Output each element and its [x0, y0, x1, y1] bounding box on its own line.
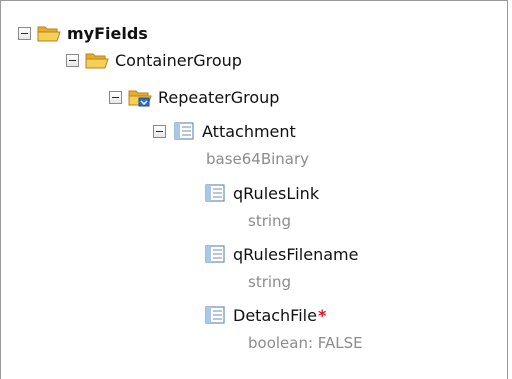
required-marker: * — [317, 305, 327, 325]
node-label: myFields — [67, 23, 148, 43]
tree-node-myfields[interactable]: myFields — [18, 20, 148, 46]
tree-node-detachfile[interactable]: DetachFile * — [203, 302, 326, 328]
collapse-toggle-icon[interactable] — [153, 124, 166, 138]
field-type-label: base64Binary — [206, 150, 310, 168]
tree-node-qrulesfilename[interactable]: qRulesFilename — [203, 241, 358, 267]
node-label: ContainerGroup — [115, 50, 242, 70]
tree-node-qruleslink[interactable]: qRulesLink — [203, 180, 319, 206]
field-type-label: string — [248, 273, 292, 291]
node-label: RepeaterGroup — [158, 87, 280, 107]
folder-open-icon — [37, 26, 61, 42]
node-label: DetachFile — [233, 305, 317, 325]
tree-node-containergroup[interactable]: ContainerGroup — [66, 47, 242, 73]
repeating-folder-icon — [128, 90, 152, 107]
node-label: qRulesFilename — [233, 244, 359, 264]
field-icon — [205, 184, 225, 202]
field-icon — [174, 122, 194, 140]
tree-node-repeatergroup[interactable]: RepeaterGroup — [109, 84, 279, 110]
folder-open-icon — [85, 53, 109, 69]
field-type-label: boolean: FALSE — [248, 334, 363, 352]
node-label: Attachment — [202, 121, 296, 141]
collapse-toggle-icon[interactable] — [18, 26, 31, 40]
field-icon — [205, 245, 225, 263]
collapse-toggle-icon[interactable] — [66, 53, 79, 67]
node-label: qRulesLink — [233, 183, 320, 203]
tree-node-attachment[interactable]: Attachment — [153, 118, 296, 144]
field-type-label: string — [248, 212, 292, 230]
collapse-toggle-icon[interactable] — [109, 90, 122, 104]
field-icon — [205, 306, 225, 324]
